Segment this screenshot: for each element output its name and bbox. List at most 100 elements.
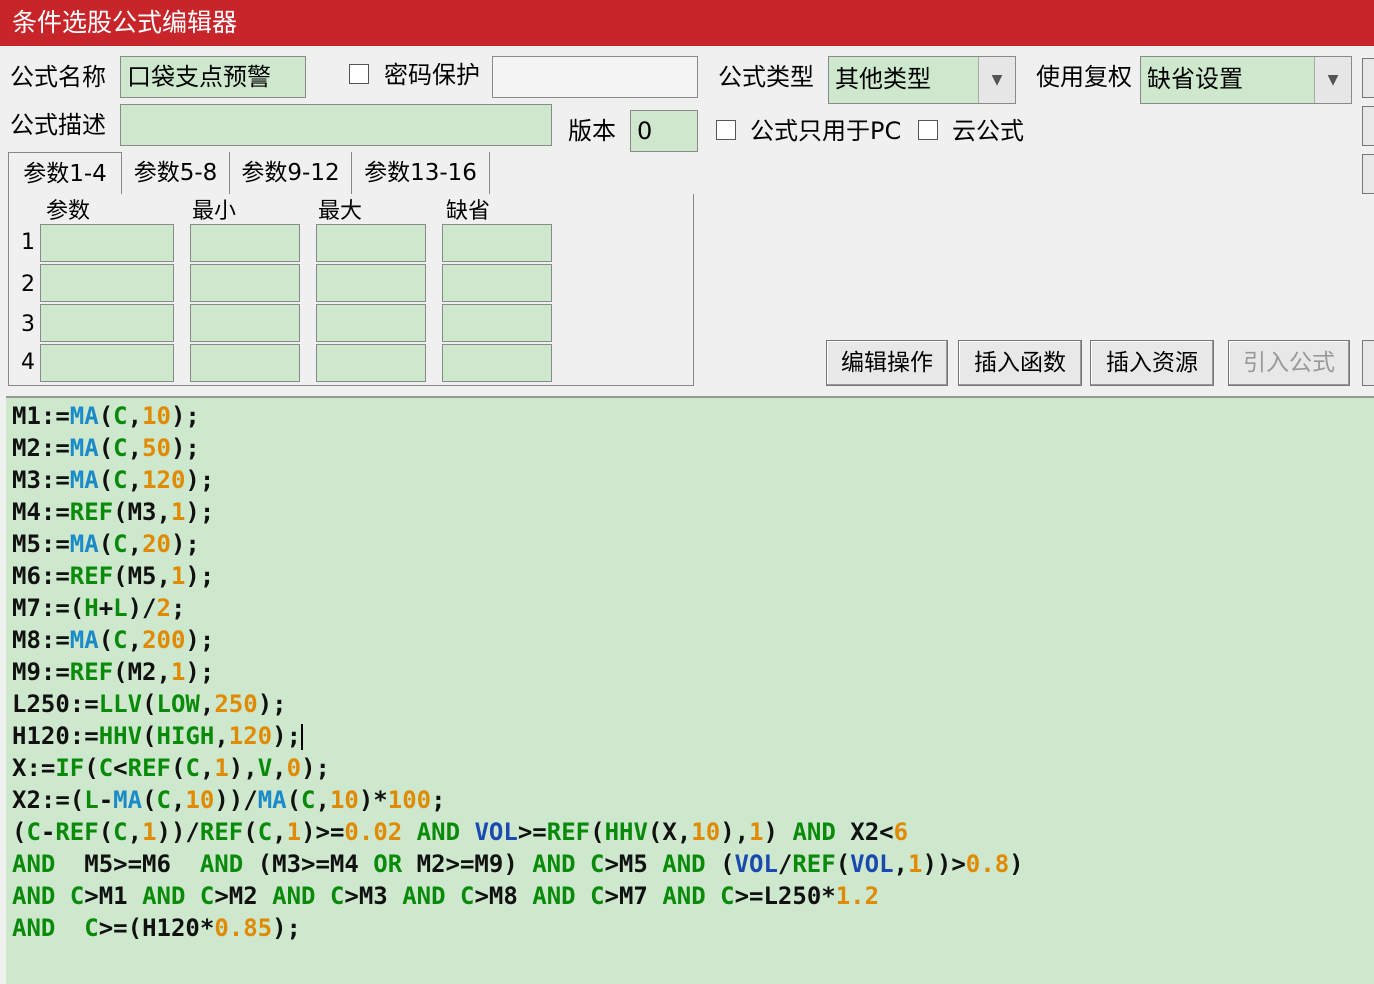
- param-cell[interactable]: [316, 344, 426, 382]
- pc-only-checkbox[interactable]: [716, 120, 736, 140]
- param-cell[interactable]: [316, 224, 426, 262]
- code-token: AND: [532, 850, 576, 878]
- param-cell[interactable]: [316, 264, 426, 302]
- code-token: +: [98, 594, 114, 622]
- tab-params-9-12[interactable]: 参数9-12: [230, 152, 352, 194]
- tab-params-5-8[interactable]: 参数5-8: [122, 152, 230, 194]
- code-token: C: [329, 882, 345, 910]
- code-line[interactable]: M4:=REF(M3,1);: [12, 496, 1374, 528]
- code-token: )/: [127, 594, 157, 622]
- param-cell[interactable]: [40, 264, 174, 302]
- code-token: );: [185, 498, 215, 526]
- code-line[interactable]: X:=IF(C<REF(C,1),V,0);: [12, 752, 1374, 784]
- rights-label: 使用复权: [1036, 63, 1132, 91]
- code-token: C: [84, 914, 99, 942]
- tab-params-13-16[interactable]: 参数13-16: [352, 152, 490, 194]
- row-number: 1: [21, 230, 35, 255]
- code-line[interactable]: AND M5>=M6 AND (M3>=M4 OR M2>=M9) AND C>…: [12, 848, 1374, 880]
- insert-resource-button[interactable]: 插入资源: [1090, 340, 1214, 386]
- code-line[interactable]: X2:=(L-MA(C,10))/MA(C,10)*100;: [12, 784, 1374, 816]
- code-line[interactable]: M9:=REF(M2,1);: [12, 656, 1374, 688]
- code-token: (: [170, 754, 186, 782]
- code-token: H120:=: [12, 722, 99, 750]
- row-number: 3: [21, 312, 35, 337]
- code-token: C: [26, 818, 41, 846]
- formula-desc-input[interactable]: [120, 104, 552, 146]
- edge-button[interactable]: [1362, 154, 1374, 194]
- chevron-down-icon[interactable]: ▼: [1314, 57, 1351, 103]
- code-token: L: [113, 594, 128, 622]
- tab-params-1-4[interactable]: 参数1-4: [8, 152, 122, 194]
- rights-select[interactable]: 缺省设置 ▼: [1140, 56, 1352, 104]
- min-header: 最小: [192, 199, 237, 224]
- code-line[interactable]: AND C>=(H120*0.85);: [12, 912, 1374, 944]
- code-token: >M3: [344, 882, 403, 910]
- code-token: AND: [272, 882, 316, 910]
- param-cell[interactable]: [442, 224, 552, 262]
- code-line[interactable]: M2:=MA(C,50);: [12, 432, 1374, 464]
- param-cell[interactable]: [190, 304, 300, 342]
- code-line[interactable]: M6:=REF(M5,1);: [12, 560, 1374, 592]
- param-cell[interactable]: [442, 344, 552, 382]
- param-cell[interactable]: [40, 344, 174, 382]
- param-cell[interactable]: [316, 304, 426, 342]
- code-line[interactable]: M8:=MA(C,200);: [12, 624, 1374, 656]
- cloud-checkbox[interactable]: [918, 120, 938, 140]
- code-token: 1: [907, 850, 923, 878]
- password-input[interactable]: [492, 56, 698, 98]
- code-token: C: [199, 882, 215, 910]
- param-cell[interactable]: [442, 304, 552, 342]
- code-token: ,: [315, 786, 330, 814]
- formula-name-input[interactable]: 口袋支点预警: [120, 56, 306, 98]
- code-token: HIGH: [156, 722, 215, 750]
- edge-button[interactable]: [1362, 340, 1374, 386]
- code-line[interactable]: M3:=MA(C,120);: [12, 464, 1374, 496]
- code-token: L250:=: [12, 690, 99, 718]
- code-token: AND: [662, 882, 706, 910]
- code-token: (: [84, 754, 99, 782]
- code-token: M6:=: [12, 562, 70, 590]
- code-line[interactable]: M7:=(H+L)/2;: [12, 592, 1374, 624]
- param-cell[interactable]: [40, 224, 174, 262]
- code-line[interactable]: (C-REF(C,1))/REF(C,1)>=0.02 AND VOL>=REF…: [12, 816, 1374, 848]
- row-number: 4: [21, 350, 35, 375]
- code-token: >M7: [604, 882, 663, 910]
- code-token: )*: [358, 786, 388, 814]
- import-formula-button[interactable]: 引入公式: [1228, 340, 1350, 386]
- code-token: MA: [69, 434, 99, 462]
- formula-type-select[interactable]: 其他类型 ▼: [828, 56, 1016, 104]
- param-cell[interactable]: [442, 264, 552, 302]
- chevron-down-icon[interactable]: ▼: [978, 57, 1015, 103]
- edge-button[interactable]: [1362, 106, 1374, 146]
- edit-operation-button[interactable]: 编辑操作: [826, 340, 948, 386]
- code-token: (X,: [647, 818, 692, 846]
- code-token: VOL: [474, 818, 518, 846]
- param-cell[interactable]: [190, 264, 300, 302]
- param-cell[interactable]: [190, 344, 300, 382]
- code-token: (M3>=M4: [243, 850, 374, 878]
- edge-button[interactable]: [1362, 58, 1374, 98]
- formula-code-editor[interactable]: M1:=MA(C,10); M2:=MA(C,50); M3:=MA(C,120);…: [6, 396, 1374, 984]
- code-line[interactable]: M5:=MA(C,20);: [12, 528, 1374, 560]
- password-checkbox[interactable]: [349, 64, 369, 84]
- code-token: 1: [170, 498, 186, 526]
- code-token: M5:=: [12, 530, 70, 558]
- code-token: M9:=: [12, 658, 70, 686]
- code-line[interactable]: H120:=HHV(HIGH,120);: [12, 720, 1374, 752]
- code-token: );: [272, 722, 302, 750]
- code-line[interactable]: L250:=LLV(LOW,250);: [12, 688, 1374, 720]
- code-token: (: [98, 818, 114, 846]
- code-token: AND: [402, 882, 446, 910]
- code-line[interactable]: AND C>M1 AND C>M2 AND C>M3 AND C>M8 AND …: [12, 880, 1374, 912]
- version-input[interactable]: 0: [630, 110, 698, 152]
- code-token: ,: [127, 402, 143, 430]
- param-cell[interactable]: [190, 224, 300, 262]
- insert-function-button[interactable]: 插入函数: [958, 340, 1082, 386]
- code-line[interactable]: M1:=MA(C,10);: [12, 400, 1374, 432]
- code-token: ): [763, 818, 778, 846]
- param-cell[interactable]: [40, 304, 174, 342]
